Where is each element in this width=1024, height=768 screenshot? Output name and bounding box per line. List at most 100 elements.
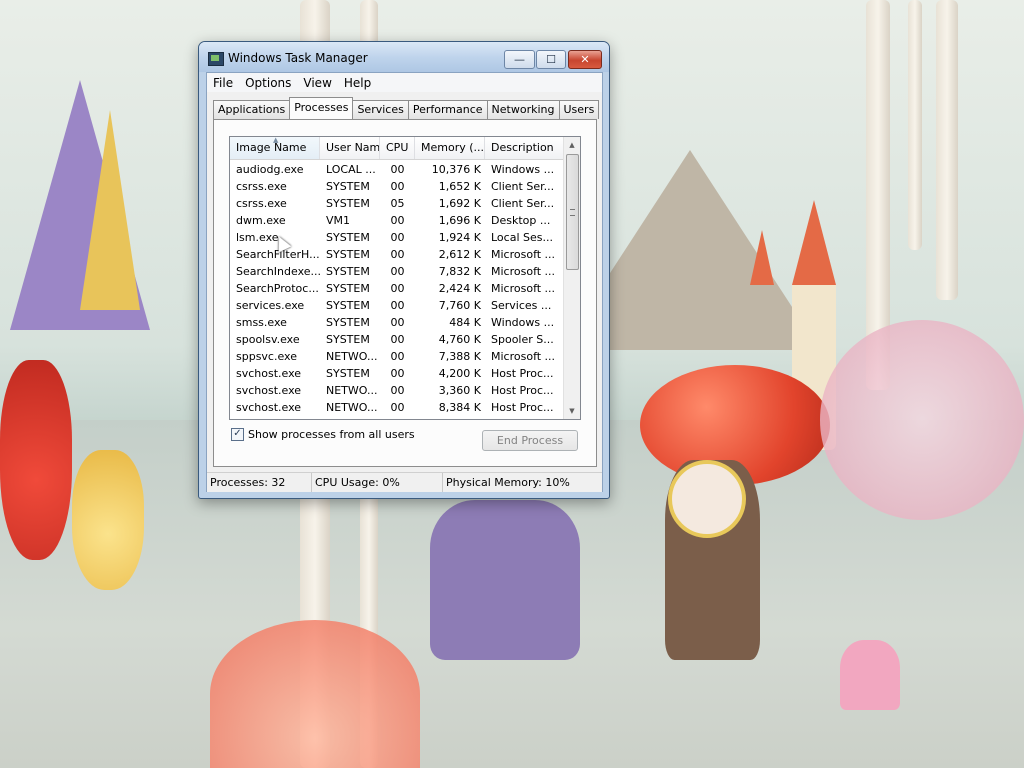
table-row[interactable]: csrss.exe SYSTEM 05 1,692 K Client Ser... [230, 195, 564, 212]
process-description: Host Proc... [491, 401, 554, 414]
scrollbar-thumb[interactable] [566, 154, 579, 270]
process-description: Host Proc... [491, 367, 554, 380]
process-user-name: SYSTEM [326, 265, 370, 278]
tab-networking[interactable]: Networking [486, 100, 560, 119]
process-memory: 4,200 K [438, 367, 481, 380]
process-cpu: 00 [390, 401, 405, 414]
wallpaper-doll [0, 360, 72, 560]
table-row[interactable]: svchost.exe NETWO... 00 8,384 K Host Proc... [230, 399, 564, 416]
process-memory: 7,832 K [438, 265, 481, 278]
process-user-name: SYSTEM [326, 180, 370, 193]
process-user-name: NETWO... [326, 401, 378, 414]
process-cpu: 00 [390, 163, 405, 176]
table-row[interactable]: services.exe SYSTEM 00 7,760 K Services ... [230, 297, 564, 314]
process-cpu: 00 [390, 231, 405, 244]
column-header-memory[interactable]: Memory (... [415, 137, 485, 159]
process-name: svchost.exe [236, 384, 302, 397]
process-description: Microsoft ... [491, 350, 556, 363]
tab-users[interactable]: Users [558, 100, 600, 119]
column-header-user-name[interactable]: User Name [320, 137, 380, 159]
process-description: Spooler S... [491, 333, 554, 346]
process-user-name: SYSTEM [326, 282, 370, 295]
process-description: Local Ses... [491, 231, 553, 244]
table-row[interactable]: spoolsv.exe SYSTEM 00 4,760 K Spooler S... [230, 331, 564, 348]
process-cpu: 00 [390, 333, 405, 346]
window-client-area: File Options View Help Applications Proc… [206, 72, 603, 492]
table-row[interactable]: audiodg.exe LOCAL ... 00 10,376 K Windows ..… [230, 161, 564, 178]
menu-options[interactable]: Options [239, 76, 297, 90]
close-button[interactable]: ✕ [568, 50, 602, 69]
process-user-name: NETWO... [326, 350, 378, 363]
column-header-image-name[interactable]: ▲ Image Name [230, 137, 320, 159]
vertical-scrollbar[interactable]: ▲ ▼ [563, 137, 580, 419]
process-name: SearchProtoc... [236, 282, 319, 295]
process-cpu: 00 [390, 214, 405, 227]
process-name: svchost.exe [236, 401, 302, 414]
process-user-name: SYSTEM [326, 231, 370, 244]
table-row[interactable]: dwm.exe VM1 00 1,696 K Desktop ... [230, 212, 564, 229]
process-memory: 7,388 K [438, 350, 481, 363]
table-row[interactable]: smss.exe SYSTEM 00 484 K Windows ... [230, 314, 564, 331]
close-icon: ✕ [580, 53, 590, 66]
window-title: Windows Task Manager [228, 51, 368, 65]
wallpaper-doll [72, 450, 144, 590]
process-list[interactable]: ▲ Image Name User Name CPU Memory (... D… [229, 136, 581, 420]
wallpaper-bunny-head [668, 460, 746, 538]
minimize-button[interactable]: — [504, 50, 535, 69]
process-user-name: SYSTEM [326, 316, 370, 329]
process-cpu: 00 [390, 350, 405, 363]
process-memory: 1,924 K [438, 231, 481, 244]
table-row[interactable]: svchost.exe NETWO... 00 3,360 K Host Proc... [230, 382, 564, 399]
process-user-name: SYSTEM [326, 299, 370, 312]
tab-applications[interactable]: Applications [213, 100, 291, 119]
process-memory: 484 K [449, 316, 481, 329]
column-header-description[interactable]: Description [485, 137, 564, 159]
process-description: Client Ser... [491, 197, 555, 210]
menu-view[interactable]: View [297, 76, 337, 90]
title-bar[interactable]: Windows Task Manager — ☐ ✕ [199, 42, 609, 72]
menu-bar: File Options View Help [207, 73, 602, 92]
show-all-users-option[interactable]: ✓ Show processes from all users [231, 428, 415, 441]
table-row[interactable]: csrss.exe SYSTEM 00 1,652 K Client Ser... [230, 178, 564, 195]
task-manager-window: Windows Task Manager — ☐ ✕ File Options … [198, 41, 610, 499]
process-cpu: 00 [390, 180, 405, 193]
tab-services[interactable]: Services [352, 100, 409, 119]
status-cpu-usage: CPU Usage: 0% [312, 473, 443, 492]
menu-help[interactable]: Help [338, 76, 377, 90]
process-cpu: 00 [390, 367, 405, 380]
scroll-up-arrow-icon[interactable]: ▲ [564, 137, 580, 153]
table-row[interactable]: SearchProtoc... SYSTEM 00 2,424 K Microsoft … [230, 280, 564, 297]
tab-processes[interactable]: Processes [289, 97, 354, 119]
scrollbar-grip-icon [570, 209, 575, 216]
show-all-users-label: Show processes from all users [248, 428, 415, 441]
table-row[interactable]: svchost.exe SYSTEM 00 4,200 K Host Proc... [230, 365, 564, 382]
process-description: Microsoft ... [491, 282, 556, 295]
show-all-users-checkbox[interactable]: ✓ [231, 428, 244, 441]
tab-strip: Applications Processes Services Performa… [213, 97, 600, 119]
table-row[interactable]: sppsvc.exe NETWO... 00 7,388 K Microsoft ... [230, 348, 564, 365]
status-processes: Processes: 32 [207, 473, 312, 492]
task-manager-icon [208, 52, 224, 66]
process-description: Desktop ... [491, 214, 551, 227]
end-process-button[interactable]: End Process [482, 430, 578, 451]
wallpaper-tree [908, 0, 922, 250]
wallpaper-plant [820, 320, 1024, 520]
table-row[interactable]: SearchIndexe... SYSTEM 00 7,832 K Microsoft … [230, 263, 564, 280]
tab-performance[interactable]: Performance [407, 100, 488, 119]
process-list-header: ▲ Image Name User Name CPU Memory (... D… [230, 137, 564, 160]
process-memory: 7,760 K [438, 299, 481, 312]
process-user-name: NETWO... [326, 384, 378, 397]
maximize-button[interactable]: ☐ [536, 50, 566, 69]
process-user-name: SYSTEM [326, 248, 370, 261]
menu-file[interactable]: File [207, 76, 239, 90]
process-cpu: 05 [390, 197, 405, 210]
process-name: spoolsv.exe [236, 333, 300, 346]
process-user-name: LOCAL ... [326, 163, 376, 176]
process-description: Services ... [491, 299, 552, 312]
column-header-cpu[interactable]: CPU [380, 137, 415, 159]
process-rows: audiodg.exe LOCAL ... 00 10,376 K Windows ..… [230, 161, 564, 416]
wallpaper-mountain [80, 110, 140, 310]
scroll-down-arrow-icon[interactable]: ▼ [564, 403, 580, 419]
process-memory: 2,424 K [438, 282, 481, 295]
process-name: smss.exe [236, 316, 287, 329]
